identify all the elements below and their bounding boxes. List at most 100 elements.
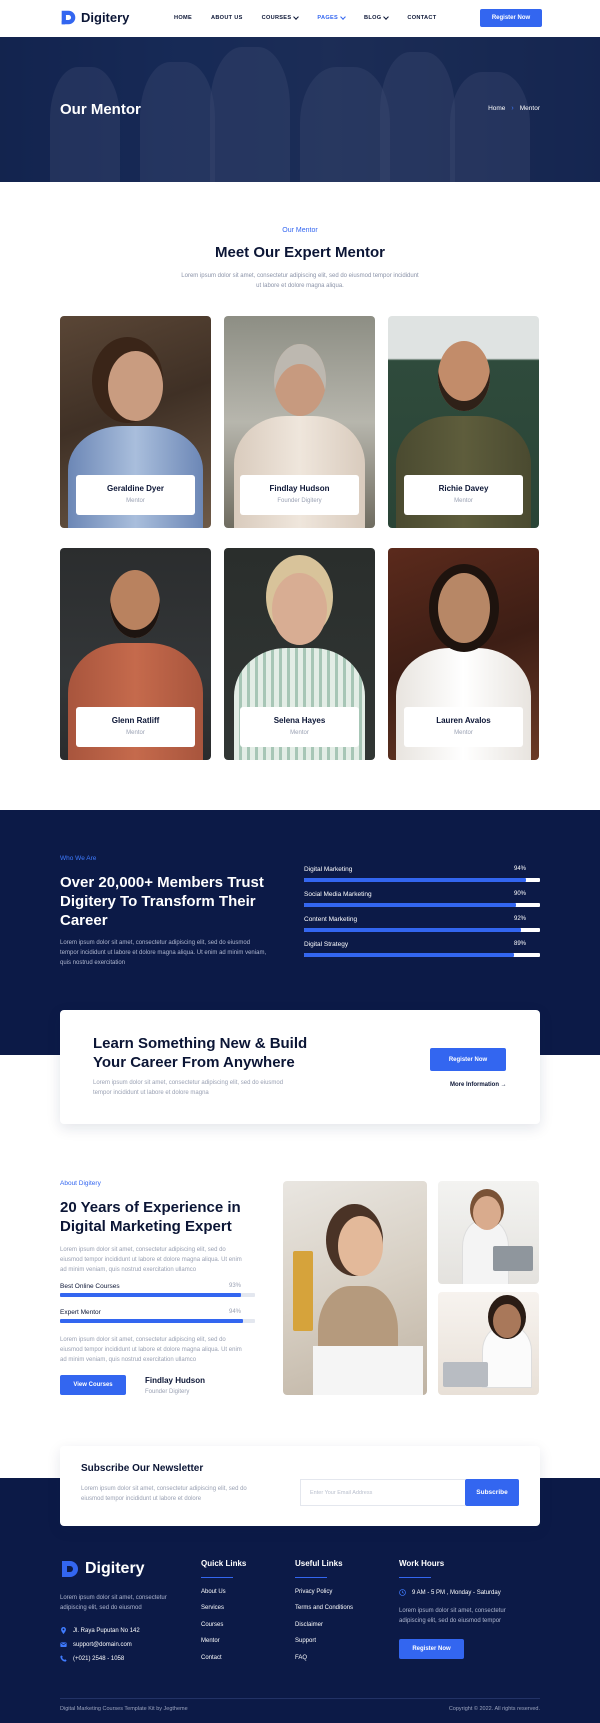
section-tag: About Digitery bbox=[60, 1180, 101, 1187]
progress-fill bbox=[60, 1319, 244, 1323]
footer-link-privacy-policy[interactable]: Privacy Policy bbox=[295, 1589, 332, 1595]
newsletter-description: Lorem ipsum dolor sit amet, consectetur … bbox=[81, 1486, 247, 1502]
footer-link-terms[interactable]: Terms and Conditions bbox=[295, 1605, 353, 1611]
footer-link-mentor[interactable]: Mentor bbox=[201, 1638, 220, 1644]
skill-bar: Best Online Courses 93% bbox=[60, 1283, 255, 1297]
photo-detail bbox=[313, 1346, 423, 1395]
logo-icon bbox=[61, 10, 76, 25]
skill-percent: 94% bbox=[513, 866, 526, 872]
chevron-down-icon bbox=[340, 14, 346, 20]
breadcrumb-home[interactable]: Home bbox=[488, 105, 505, 112]
skill-bar: Digital Marketing 94% bbox=[304, 866, 540, 882]
register-now-button[interactable]: Register Now bbox=[430, 1048, 506, 1071]
mentor-head bbox=[274, 344, 326, 416]
about-photo-main bbox=[283, 1181, 427, 1395]
progress-fill bbox=[304, 953, 515, 957]
footer-logo[interactable]: Digitery bbox=[60, 1559, 145, 1579]
skill-label: Digital Marketing bbox=[304, 866, 353, 873]
work-hours-text: 9 AM - 5 PM , Monday - Saturday bbox=[412, 1589, 501, 1596]
mentor-card[interactable]: Richie Davey Mentor bbox=[388, 316, 539, 528]
mentor-info: Glenn Ratliff Mentor bbox=[76, 707, 195, 747]
footer-link-contact[interactable]: Contact bbox=[201, 1655, 222, 1661]
mail-icon bbox=[60, 1642, 67, 1647]
mentor-role: Mentor bbox=[454, 498, 473, 504]
skill-percent: 94% bbox=[228, 1309, 241, 1315]
section-title: Meet Our Expert Mentor bbox=[214, 244, 386, 261]
progress-track bbox=[304, 878, 540, 882]
about-photo-top bbox=[438, 1181, 539, 1284]
footer-link-support[interactable]: Support bbox=[295, 1638, 316, 1644]
menu-item-courses[interactable]: COURSES bbox=[262, 14, 300, 21]
progress-track bbox=[304, 953, 540, 957]
skill-percent: 92% bbox=[513, 916, 526, 922]
useful-links-heading: Useful Links bbox=[295, 1559, 343, 1568]
breadcrumb: Home › Mentor bbox=[488, 105, 540, 112]
section-title: 20 Years of Experience in Digital Market… bbox=[60, 1199, 241, 1235]
menu-item-contact[interactable]: CONTACT bbox=[407, 15, 436, 21]
menu-item-pages[interactable]: PAGES bbox=[317, 14, 346, 21]
breadcrumb-current: Mentor bbox=[519, 105, 540, 112]
top-nav: Digitery HOME ABOUT US COURSES PAGES BLO… bbox=[0, 0, 600, 37]
email-input[interactable]: Enter Your Email Address bbox=[300, 1479, 465, 1506]
footer-register-button[interactable]: Register Now bbox=[399, 1639, 464, 1659]
brand-logo[interactable]: Digitery bbox=[60, 9, 129, 26]
progress-track bbox=[60, 1293, 255, 1297]
menu-item-about-us[interactable]: ABOUT US bbox=[211, 15, 243, 21]
mentor-name: Glenn Ratliff bbox=[111, 716, 160, 725]
skill-percent: 89% bbox=[513, 941, 526, 947]
mentor-info: Geraldine Dyer Mentor bbox=[76, 475, 195, 515]
about-photo-bottom bbox=[438, 1292, 539, 1395]
footer-email[interactable]: support@domain.com bbox=[60, 1641, 132, 1648]
mentor-card[interactable]: Glenn Ratliff Mentor bbox=[60, 548, 211, 760]
footer-link-services[interactable]: Services bbox=[201, 1605, 224, 1611]
subscribe-button[interactable]: Subscribe bbox=[465, 1479, 519, 1506]
footer-credit: Digital Marketing Courses Template Kit b… bbox=[60, 1706, 188, 1712]
more-information-link[interactable]: More Information → bbox=[450, 1082, 507, 1088]
mentor-role: Mentor bbox=[126, 730, 145, 736]
mentor-head bbox=[108, 351, 163, 421]
logo-icon bbox=[62, 1561, 78, 1577]
chevron-right-icon: › bbox=[511, 105, 514, 112]
progress-track bbox=[60, 1319, 255, 1323]
mentor-card[interactable]: Selena Hayes Mentor bbox=[224, 548, 375, 760]
footer-phone[interactable]: (+021) 2548 - 1058 bbox=[60, 1655, 124, 1662]
mentor-role: Mentor bbox=[126, 498, 145, 504]
mentor-info: Selena Hayes Mentor bbox=[240, 707, 359, 747]
footer-link-faq[interactable]: FAQ bbox=[295, 1655, 307, 1661]
skill-label: Social Media Marketing bbox=[304, 891, 372, 898]
mentor-card[interactable]: Findlay Hudson Founder Digitery bbox=[224, 316, 375, 528]
progress-fill bbox=[304, 928, 522, 932]
quick-links-heading: Quick Links bbox=[201, 1559, 247, 1568]
menu-label: HOME bbox=[174, 15, 192, 21]
section-description: Lorem ipsum dolor sit amet, consectetur … bbox=[60, 940, 267, 966]
footer-link-disclaimer[interactable]: Disclaimer bbox=[295, 1622, 323, 1628]
work-hours-description: Lorem ipsum dolor sit amet, consectetur … bbox=[399, 1608, 506, 1624]
brand-name: Digitery bbox=[85, 1560, 145, 1577]
cta-description: Lorem ipsum dolor sit amet, consectetur … bbox=[93, 1080, 284, 1096]
mentor-card[interactable]: Lauren Avalos Mentor bbox=[388, 548, 539, 760]
skill-label: Content Marketing bbox=[304, 916, 358, 923]
progress-track bbox=[304, 928, 540, 932]
phone-icon bbox=[60, 1655, 67, 1662]
menu-item-home[interactable]: HOME bbox=[174, 15, 192, 21]
footer-link-about-us[interactable]: About Us bbox=[201, 1589, 226, 1595]
section-description: Lorem ipsum dolor sit amet, consectetur … bbox=[60, 1247, 242, 1273]
footer-link-courses[interactable]: Courses bbox=[201, 1622, 223, 1628]
mentor-role: Mentor bbox=[290, 730, 309, 736]
page-title: Our Mentor bbox=[60, 101, 141, 118]
mentor-card[interactable]: Geraldine Dyer Mentor bbox=[60, 316, 211, 528]
heading-underline bbox=[399, 1577, 431, 1578]
progress-fill bbox=[304, 878, 526, 882]
skill-percent: 90% bbox=[513, 891, 526, 897]
view-courses-button[interactable]: View Courses bbox=[60, 1375, 126, 1395]
menu-item-blog[interactable]: BLOG bbox=[364, 14, 390, 21]
brand-name: Digitery bbox=[81, 10, 130, 25]
section-tag: Our Mentor bbox=[282, 227, 318, 234]
progress-track bbox=[304, 903, 540, 907]
mentor-name: Lauren Avalos bbox=[436, 716, 491, 725]
mentor-name: Richie Davey bbox=[438, 484, 489, 493]
section-description: Lorem ipsum dolor sit amet, consectetur … bbox=[60, 1337, 242, 1363]
skill-bar: Expert Mentor 94% bbox=[60, 1309, 255, 1323]
register-now-button[interactable]: Register Now bbox=[480, 9, 542, 27]
mentor-head bbox=[438, 573, 490, 643]
